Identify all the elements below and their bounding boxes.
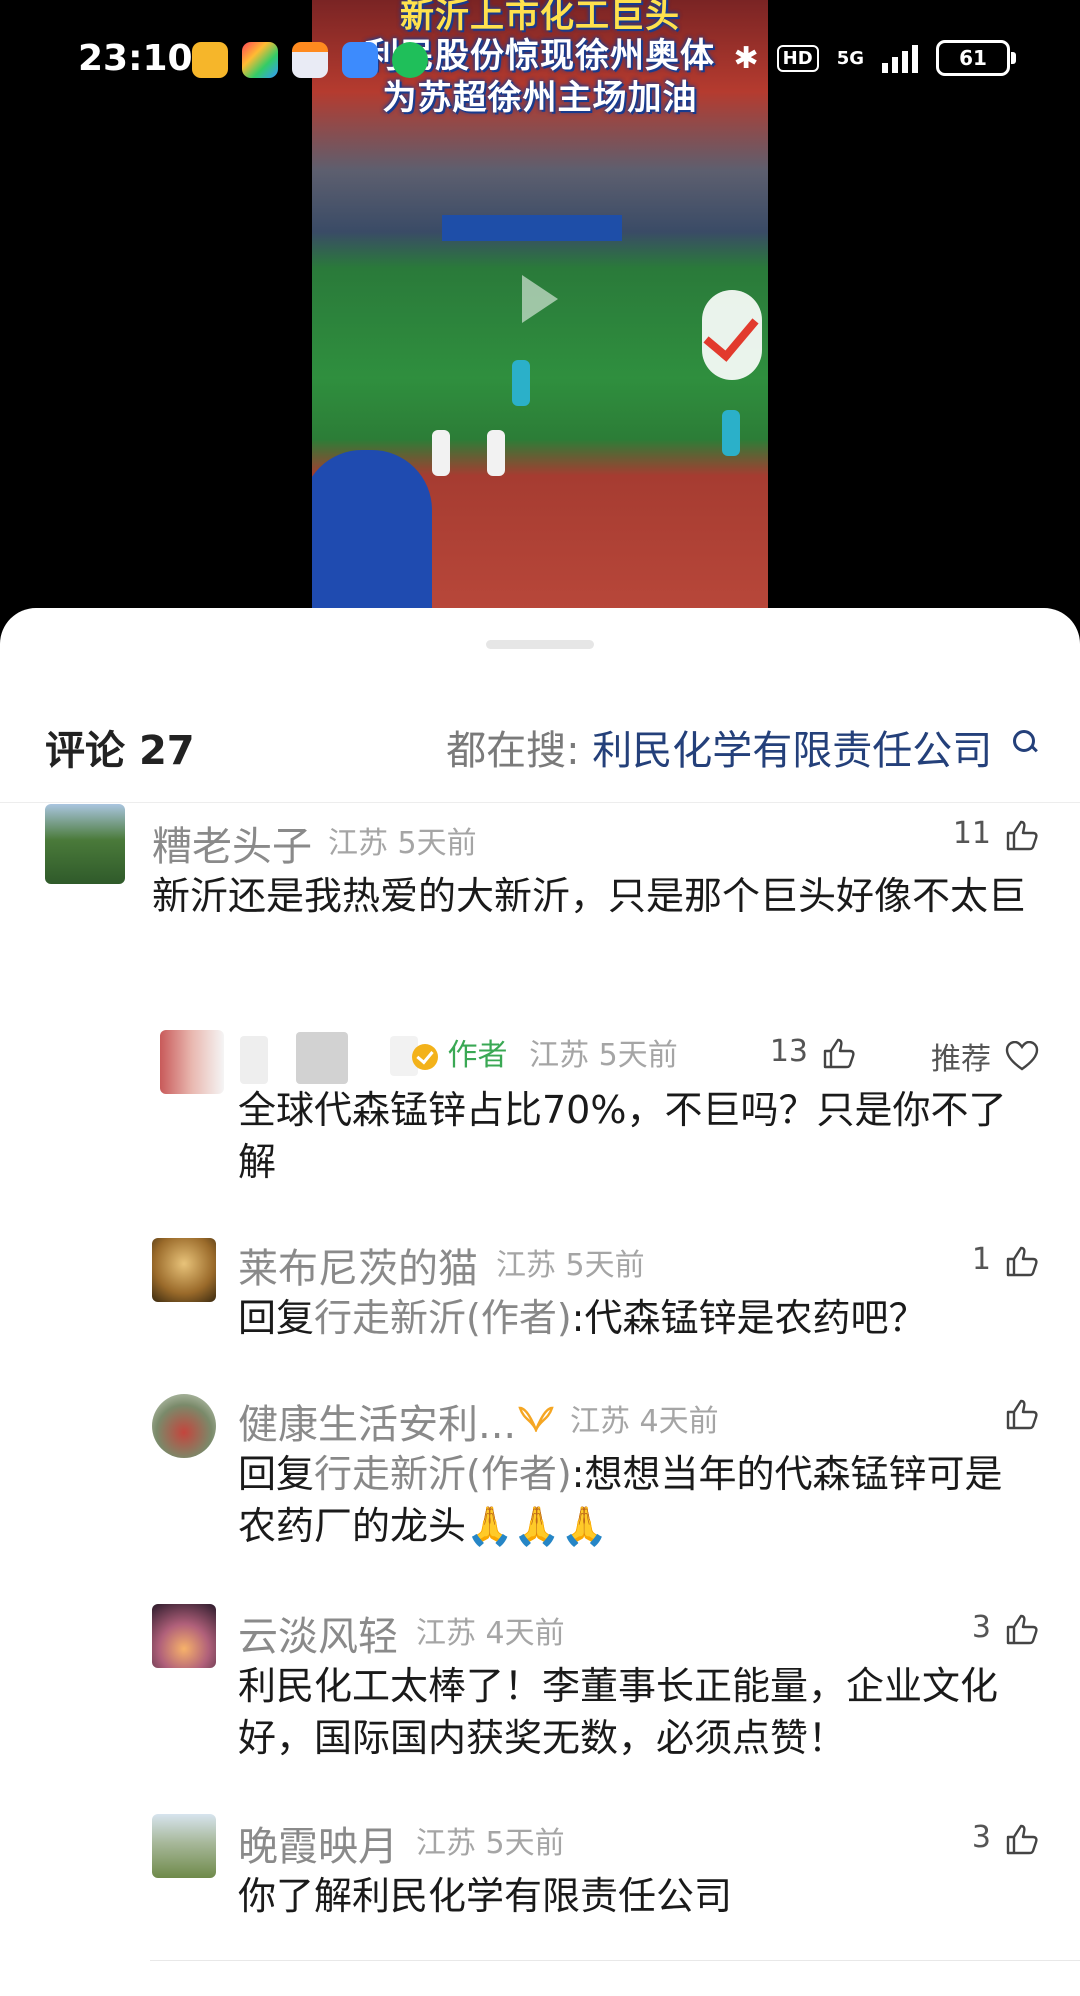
- reply-target-link[interactable]: 行走新沂(作者): [314, 1452, 572, 1496]
- player-figure: [722, 410, 740, 456]
- blurred-name[interactable]: [240, 1036, 268, 1084]
- comment-location: 江苏: [328, 826, 388, 861]
- comment-time: 5天前: [565, 1248, 645, 1283]
- cheerleader-figure: [432, 430, 450, 476]
- upload-app-icon: [392, 42, 428, 78]
- comment-text: 回复行走新沂(作者):代森锰锌是农药吧？: [238, 1292, 1038, 1344]
- like-button[interactable]: 3: [971, 1610, 1038, 1645]
- like-button[interactable]: 3: [971, 1820, 1038, 1855]
- avatar[interactable]: [152, 1394, 216, 1458]
- comment-location: 江苏: [570, 1404, 630, 1439]
- bluetooth-icon: ✱: [733, 40, 759, 76]
- like-count: 3: [971, 1610, 991, 1645]
- drag-handle[interactable]: [486, 640, 594, 649]
- comment-meta: 作者 江苏 5天前: [412, 1030, 678, 1074]
- avatar[interactable]: [160, 1030, 224, 1094]
- comment-text: 全球代森锰锌占比70%，不巨吗？只是你不了解: [238, 1088, 1007, 1184]
- avatar[interactable]: [152, 1238, 216, 1302]
- commenter-name[interactable]: 莱布尼茨的猫: [238, 1236, 478, 1294]
- like-button[interactable]: 13: [769, 1034, 855, 1069]
- divider: [0, 802, 1080, 803]
- comment-location: 江苏: [416, 1826, 476, 1861]
- reply-prefix: 回复: [238, 1296, 315, 1340]
- thumbs-up-icon[interactable]: [1005, 819, 1038, 850]
- like-button[interactable]: 1: [971, 1242, 1038, 1277]
- comment-time: 5天前: [397, 826, 477, 861]
- player-figure: [512, 360, 530, 406]
- bank-sign: [312, 450, 432, 610]
- stadium-banner: [442, 215, 622, 241]
- reply-body: :代森锰锌是农药吧？: [571, 1296, 927, 1340]
- commenter-name[interactable]: 晚霞映月: [238, 1814, 398, 1872]
- search-prefix: 都在搜:: [446, 728, 580, 774]
- like-count: 1: [971, 1242, 991, 1277]
- avatar[interactable]: [152, 1604, 216, 1668]
- thumbs-up-icon[interactable]: [1005, 1398, 1038, 1430]
- heart-icon[interactable]: [1005, 1041, 1039, 1071]
- like-count: 13: [769, 1034, 808, 1069]
- checkmark-sticker-icon: [702, 290, 762, 380]
- comment-meta: 江苏 5天前: [416, 1818, 565, 1862]
- fan-badge-icon: [518, 1406, 554, 1434]
- comment-sheet: 评论 27 都在搜: 利民化学有限责任公司 糟老头子 江苏 5天前 11 新沂还…: [0, 608, 1080, 1996]
- recommend-button[interactable]: 推荐: [931, 1034, 1039, 1078]
- thumbs-up-icon[interactable]: [822, 1037, 855, 1068]
- commenter-name[interactable]: 健康生活安利...: [238, 1392, 516, 1450]
- verified-icon: [412, 1043, 438, 1070]
- reply-prefix: 回复: [238, 1452, 315, 1496]
- thumbs-up-icon[interactable]: [1005, 1245, 1038, 1276]
- comment-count: 评论 27: [45, 718, 195, 776]
- app-notification-icon: [242, 42, 278, 78]
- comment-text: 新沂还是我热爱的大新沂，只是那个巨头好像不太巨: [152, 874, 1027, 918]
- comment-location: 江苏: [529, 1038, 590, 1073]
- thumbs-up-icon[interactable]: [1005, 1823, 1038, 1854]
- battery-icon: 61: [936, 40, 1016, 76]
- search-icon[interactable]: [1013, 730, 1035, 752]
- signal-icon: [882, 43, 918, 73]
- cloud-app-icon: [342, 42, 378, 78]
- comment-meta: 江苏 4天前: [416, 1608, 565, 1652]
- comments-count: 27: [138, 728, 195, 774]
- comment-location: 江苏: [496, 1248, 556, 1283]
- comment-location: 江苏: [416, 1616, 476, 1651]
- reply-target-link[interactable]: 行走新沂(作者): [314, 1296, 572, 1340]
- like-button[interactable]: [991, 1398, 1038, 1430]
- commenter-name[interactable]: 云淡风轻: [238, 1604, 398, 1662]
- notification-icons: [192, 42, 428, 78]
- status-bar: 23:10 ✱ HD 5G 61: [0, 0, 1080, 120]
- divider: [150, 1960, 1080, 1961]
- thumbs-up-icon[interactable]: [1005, 1613, 1038, 1644]
- status-time: 23:10: [78, 38, 193, 79]
- like-count: 3: [971, 1820, 991, 1855]
- avatar[interactable]: [152, 1814, 216, 1878]
- app-notification-icon: [192, 42, 228, 78]
- blurred-name[interactable]: [296, 1032, 348, 1084]
- comments-label: 评论: [45, 728, 125, 774]
- avatar[interactable]: [45, 804, 125, 884]
- app-notification-icon: [292, 42, 328, 78]
- network-type: 5G: [836, 47, 864, 69]
- comment-meta: 江苏 5天前: [328, 818, 477, 862]
- commenter-name[interactable]: 糟老头子: [152, 814, 312, 872]
- comment-header: 评论 27 都在搜: 利民化学有限责任公司: [0, 718, 1080, 784]
- comment-text: 利民化工太棒了！李董事长正能量，企业文化好，国际国内获奖无数，必须点赞！: [238, 1664, 999, 1760]
- hd-icon: HD: [776, 44, 819, 72]
- like-count: 11: [952, 816, 991, 851]
- comment-time: 4天前: [639, 1404, 719, 1439]
- comment-meta: 江苏 4天前: [570, 1396, 719, 1440]
- comment-time: 5天前: [598, 1038, 678, 1073]
- comment-text: 回复行走新沂(作者):想想当年的代森锰锌可是农药厂的龙头🙏🙏🙏: [238, 1448, 1038, 1552]
- cheerleader-figure: [487, 430, 505, 476]
- like-button[interactable]: 11: [952, 816, 1038, 851]
- trending-search[interactable]: 都在搜: 利民化学有限责任公司: [446, 718, 1035, 776]
- comment-time: 4天前: [485, 1616, 565, 1651]
- comment-time: 5天前: [485, 1826, 565, 1861]
- author-badge: 作者: [447, 1038, 508, 1073]
- search-term-link[interactable]: 利民化学有限责任公司: [592, 728, 992, 774]
- comment-text: 你了解利民化学有限责任公司: [238, 1874, 733, 1918]
- play-icon[interactable]: [522, 275, 558, 323]
- comment-meta: 江苏 5天前: [496, 1240, 645, 1284]
- recommend-label: 推荐: [931, 1042, 991, 1077]
